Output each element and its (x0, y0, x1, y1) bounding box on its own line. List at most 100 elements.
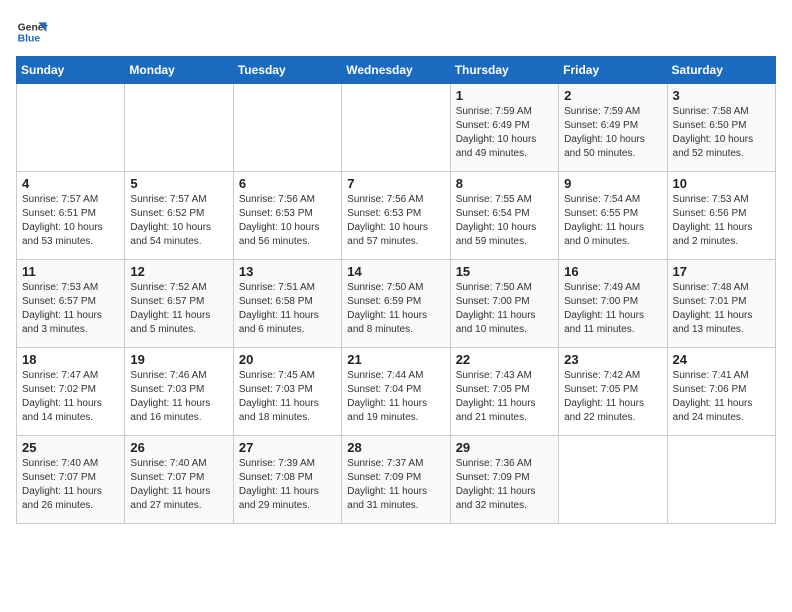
calendar-cell: 7 Sunrise: 7:56 AM Sunset: 6:53 PM Daylig… (342, 172, 450, 260)
svg-text:Blue: Blue (18, 34, 41, 45)
day-number: 22 (456, 352, 553, 367)
calendar-cell: 1Sunrise: 7:59 AM Sunset: 6:49 PM Daylig… (450, 84, 558, 172)
day-info: Sunrise: 7:58 AM Sunset: 6:50 PM Dayligh… (673, 105, 770, 161)
calendar-cell: 21 Sunrise: 7:44 AM Sunset: 7:04 PM Dayli… (342, 348, 450, 436)
calendar-cell: 18Sunrise: 7:47 AM Sunset: 7:02 PM Dayli… (17, 348, 125, 436)
calendar-week-row: 25 Sunrise: 7:40 AM Sunset: 7:07 PM Dayli… (17, 436, 776, 524)
day-number: 1 (456, 88, 553, 103)
calendar-week-row: 1 Sunrise: 7:59 AM Sunset: 6:49 PM Daylig… (17, 84, 776, 172)
day-info: Sunrise: 7:42 AM Sunset: 7:05 PM Dayligh… (564, 369, 661, 425)
day-number: 20 (239, 352, 336, 367)
day-number: 15 (456, 264, 553, 279)
day-number: 6 (239, 176, 336, 191)
day-number: 12 (130, 264, 227, 279)
day-header-friday: Friday (559, 57, 667, 84)
calendar-header-row: SundayMondayTuesdayWednesdayThursdayFrid… (17, 57, 776, 84)
calendar-week-row: 18Sunrise: 7:47 AM Sunset: 7:02 PM Dayli… (17, 348, 776, 436)
day-number: 10 (673, 176, 770, 191)
day-info: Sunrise: 7:39 AM Sunset: 7:08 PM Dayligh… (239, 457, 336, 513)
page-header: General Blue (16, 16, 776, 48)
day-number: 19 (130, 352, 227, 367)
day-header-monday: Monday (125, 57, 233, 84)
calendar-cell: 5Sunrise: 7:57 AM Sunset: 6:52 PM Daylig… (125, 172, 233, 260)
calendar-cell: 12 Sunrise: 7:52 AM Sunset: 6:57 PM Dayli… (125, 260, 233, 348)
day-header-sunday: Sunday (17, 57, 125, 84)
day-header-wednesday: Wednesday (342, 57, 450, 84)
calendar-cell: 24 Sunrise: 7:41 AM Sunset: 7:06 PM Dayli… (667, 348, 775, 436)
day-number: 4 (22, 176, 119, 191)
calendar-cell: 15 Sunrise: 7:50 AM Sunset: 7:00 PM Dayli… (450, 260, 558, 348)
calendar-cell: 19 Sunrise: 7:46 AM Sunset: 7:03 PM Dayli… (125, 348, 233, 436)
calendar-cell: 11Sunrise: 7:53 AM Sunset: 6:57 PM Dayli… (17, 260, 125, 348)
day-info: Sunrise: 7:59 AM Sunset: 6:49 PM Dayligh… (564, 105, 661, 161)
calendar-cell: 25 Sunrise: 7:40 AM Sunset: 7:07 PM Dayli… (17, 436, 125, 524)
day-info: Sunrise: 7:53 AM Sunset: 6:56 PM Dayligh… (673, 193, 770, 249)
logo: General Blue (16, 16, 48, 48)
calendar-cell: 2 Sunrise: 7:59 AM Sunset: 6:49 PM Daylig… (559, 84, 667, 172)
day-info: Sunrise: 7:55 AM Sunset: 6:54 PM Dayligh… (456, 193, 553, 249)
calendar-cell (125, 84, 233, 172)
day-number: 9 (564, 176, 661, 191)
day-info: Sunrise: 7:41 AM Sunset: 7:06 PM Dayligh… (673, 369, 770, 425)
day-header-saturday: Saturday (667, 57, 775, 84)
calendar-cell: 28 Sunrise: 7:37 AM Sunset: 7:09 PM Dayli… (342, 436, 450, 524)
day-number: 13 (239, 264, 336, 279)
calendar-cell: 4 Sunrise: 7:57 AM Sunset: 6:51 PM Daylig… (17, 172, 125, 260)
calendar-cell: 6 Sunrise: 7:56 AM Sunset: 6:53 PM Daylig… (233, 172, 341, 260)
calendar-cell: 29 Sunrise: 7:36 AM Sunset: 7:09 PM Dayli… (450, 436, 558, 524)
day-number: 29 (456, 440, 553, 455)
calendar-cell (667, 436, 775, 524)
day-number: 25 (22, 440, 119, 455)
day-info: Sunrise: 7:43 AM Sunset: 7:05 PM Dayligh… (456, 369, 553, 425)
day-number: 24 (673, 352, 770, 367)
day-info: Sunrise: 7:56 AM Sunset: 6:53 PM Dayligh… (239, 193, 336, 249)
calendar-cell: 23 Sunrise: 7:42 AM Sunset: 7:05 PM Dayli… (559, 348, 667, 436)
day-info: Sunrise: 7:44 AM Sunset: 7:04 PM Dayligh… (347, 369, 444, 425)
calendar-cell: 22 Sunrise: 7:43 AM Sunset: 7:05 PM Dayli… (450, 348, 558, 436)
day-number: 17 (673, 264, 770, 279)
calendar-cell: 13 Sunrise: 7:51 AM Sunset: 6:58 PM Dayli… (233, 260, 341, 348)
day-number: 2 (564, 88, 661, 103)
day-info: Sunrise: 7:56 AM Sunset: 6:53 PM Dayligh… (347, 193, 444, 249)
calendar-table: SundayMondayTuesdayWednesdayThursdayFrid… (16, 56, 776, 524)
calendar-week-row: 11Sunrise: 7:53 AM Sunset: 6:57 PM Dayli… (17, 260, 776, 348)
day-info: Sunrise: 7:54 AM Sunset: 6:55 PM Dayligh… (564, 193, 661, 249)
day-number: 8 (456, 176, 553, 191)
calendar-cell: 26 Sunrise: 7:40 AM Sunset: 7:07 PM Dayli… (125, 436, 233, 524)
logo-icon: General Blue (16, 16, 48, 48)
calendar-cell (342, 84, 450, 172)
calendar-cell (559, 436, 667, 524)
day-info: Sunrise: 7:40 AM Sunset: 7:07 PM Dayligh… (130, 457, 227, 513)
day-number: 14 (347, 264, 444, 279)
calendar-cell: 9 Sunrise: 7:54 AM Sunset: 6:55 PM Daylig… (559, 172, 667, 260)
day-number: 27 (239, 440, 336, 455)
day-number: 11 (22, 264, 119, 279)
calendar-cell: 27 Sunrise: 7:39 AM Sunset: 7:08 PM Dayli… (233, 436, 341, 524)
calendar-cell (233, 84, 341, 172)
calendar-cell: 3 Sunrise: 7:58 AM Sunset: 6:50 PM Daylig… (667, 84, 775, 172)
day-info: Sunrise: 7:48 AM Sunset: 7:01 PM Dayligh… (673, 281, 770, 337)
calendar-week-row: 4 Sunrise: 7:57 AM Sunset: 6:51 PM Daylig… (17, 172, 776, 260)
day-number: 28 (347, 440, 444, 455)
day-number: 21 (347, 352, 444, 367)
day-info: Sunrise: 7:40 AM Sunset: 7:07 PM Dayligh… (22, 457, 119, 513)
day-info: Sunrise: 7:46 AM Sunset: 7:03 PM Dayligh… (130, 369, 227, 425)
day-number: 23 (564, 352, 661, 367)
day-number: 7 (347, 176, 444, 191)
day-info: Sunrise: 7:37 AM Sunset: 7:09 PM Dayligh… (347, 457, 444, 513)
day-header-tuesday: Tuesday (233, 57, 341, 84)
day-number: 16 (564, 264, 661, 279)
day-number: 3 (673, 88, 770, 103)
day-info: Sunrise: 7:50 AM Sunset: 7:00 PM Dayligh… (456, 281, 553, 337)
day-info: Sunrise: 7:50 AM Sunset: 6:59 PM Dayligh… (347, 281, 444, 337)
day-header-thursday: Thursday (450, 57, 558, 84)
day-info: Sunrise: 7:57 AM Sunset: 6:51 PM Dayligh… (22, 193, 119, 249)
calendar-cell: 20 Sunrise: 7:45 AM Sunset: 7:03 PM Dayli… (233, 348, 341, 436)
day-info: Sunrise: 7:51 AM Sunset: 6:58 PM Dayligh… (239, 281, 336, 337)
day-info: Sunrise: 7:57 AM Sunset: 6:52 PM Dayligh… (130, 193, 227, 249)
day-info: Sunrise: 7:36 AM Sunset: 7:09 PM Dayligh… (456, 457, 553, 513)
day-info: Sunrise: 7:45 AM Sunset: 7:03 PM Dayligh… (239, 369, 336, 425)
day-info: Sunrise: 7:52 AM Sunset: 6:57 PM Dayligh… (130, 281, 227, 337)
calendar-cell: 17 Sunrise: 7:48 AM Sunset: 7:01 PM Dayli… (667, 260, 775, 348)
day-number: 26 (130, 440, 227, 455)
